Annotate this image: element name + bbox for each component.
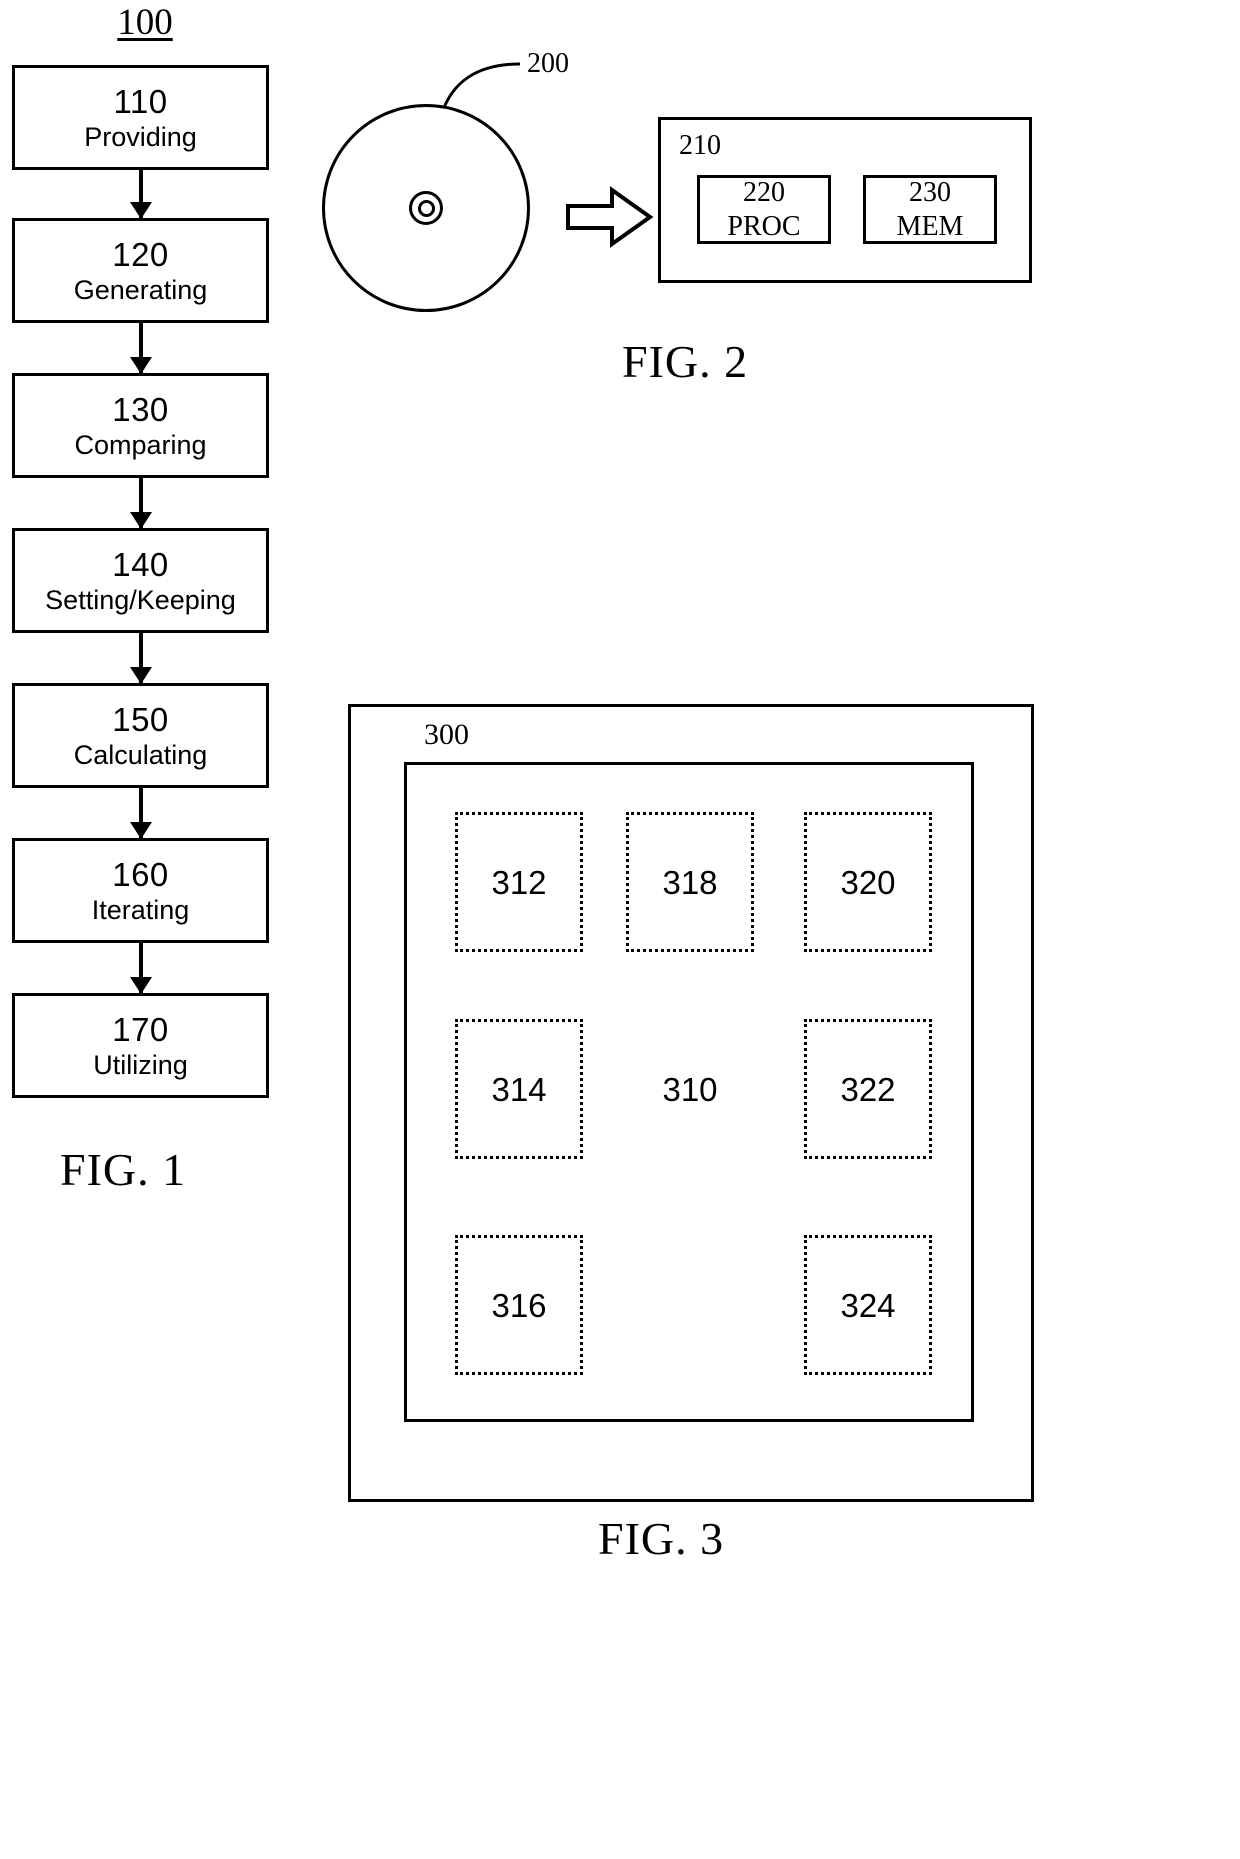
flow-step-140: 140 Setting/Keeping: [12, 528, 269, 633]
flow-step-110-label: Providing: [84, 121, 197, 152]
computer-system-reference-numeral: 210: [679, 130, 721, 161]
flow-step-130-number: 130: [112, 390, 169, 428]
flow-step-170-label: Utilizing: [93, 1049, 188, 1080]
disc-hub-inner-ring: [417, 199, 435, 217]
flow-step-130: 130 Comparing: [12, 373, 269, 478]
flow-step-120: 120 Generating: [12, 218, 269, 323]
figure-3-caption: FIG. 3: [598, 1513, 725, 1564]
region-316-label: 316: [491, 1286, 547, 1324]
flow-step-150-number: 150: [112, 700, 169, 738]
memory-label: MEM: [896, 210, 964, 242]
region-320: 320: [804, 812, 932, 952]
region-324-label: 324: [840, 1286, 896, 1324]
patent-drawing-sheet: 100 110 Providing 120 Generating 130 Com…: [0, 0, 1240, 1859]
processor-label: PROC: [727, 210, 801, 242]
region-312-label: 312: [491, 863, 547, 901]
flow-step-160-label: Iterating: [91, 894, 190, 925]
flow-arrow-130-140: [130, 478, 152, 529]
region-314-label: 314: [491, 1070, 547, 1108]
region-322: 322: [804, 1019, 932, 1159]
flow-arrow-140-150: [130, 633, 152, 684]
flow-step-140-number: 140: [112, 545, 169, 583]
block-arrow-right-icon: [566, 186, 654, 248]
processor-number: 220: [743, 177, 785, 209]
figure-3-outer-reference-numeral: 300: [424, 718, 469, 751]
flow-step-120-number: 120: [112, 235, 169, 273]
flow-step-170: 170 Utilizing: [12, 993, 269, 1098]
region-310-label: 310: [662, 1070, 718, 1108]
region-318-label: 318: [662, 863, 718, 901]
memory-box: 230 MEM: [863, 175, 997, 244]
flow-step-110: 110 Providing: [12, 65, 269, 170]
region-316: 316: [455, 1235, 583, 1375]
flow-step-170-number: 170: [112, 1010, 169, 1048]
flow-step-120-label: Generating: [73, 274, 208, 305]
computer-system-box: 210 220 PROC 230 MEM: [658, 117, 1032, 283]
flow-step-160-number: 160: [112, 855, 169, 893]
figure-2-caption: FIG. 2: [622, 336, 749, 387]
flow-arrow-160-170: [130, 943, 152, 994]
region-324: 324: [804, 1235, 932, 1375]
flow-step-150: 150 Calculating: [12, 683, 269, 788]
flow-step-140-label: Setting/Keeping: [45, 584, 236, 615]
region-320-label: 320: [840, 863, 896, 901]
processor-box: 220 PROC: [697, 175, 831, 244]
region-314: 314: [455, 1019, 583, 1159]
region-322-label: 322: [840, 1070, 896, 1108]
flow-arrow-110-120: [130, 170, 152, 219]
memory-number: 230: [909, 177, 951, 209]
flow-step-110-number: 110: [113, 82, 168, 120]
flow-step-150-label: Calculating: [73, 739, 208, 770]
figure-1-reference-numeral: 100: [117, 2, 173, 43]
figure-1-caption: FIG. 1: [60, 1144, 187, 1195]
flow-step-130-label: Comparing: [74, 429, 207, 460]
flow-step-160: 160 Iterating: [12, 838, 269, 943]
region-312: 312: [455, 812, 583, 952]
region-310-center: 310: [626, 1019, 754, 1159]
flow-arrow-120-130: [130, 323, 152, 374]
region-318: 318: [626, 812, 754, 952]
disc-reference-numeral: 200: [527, 48, 569, 79]
flow-arrow-150-160: [130, 788, 152, 839]
optical-disc-icon: [322, 104, 530, 312]
